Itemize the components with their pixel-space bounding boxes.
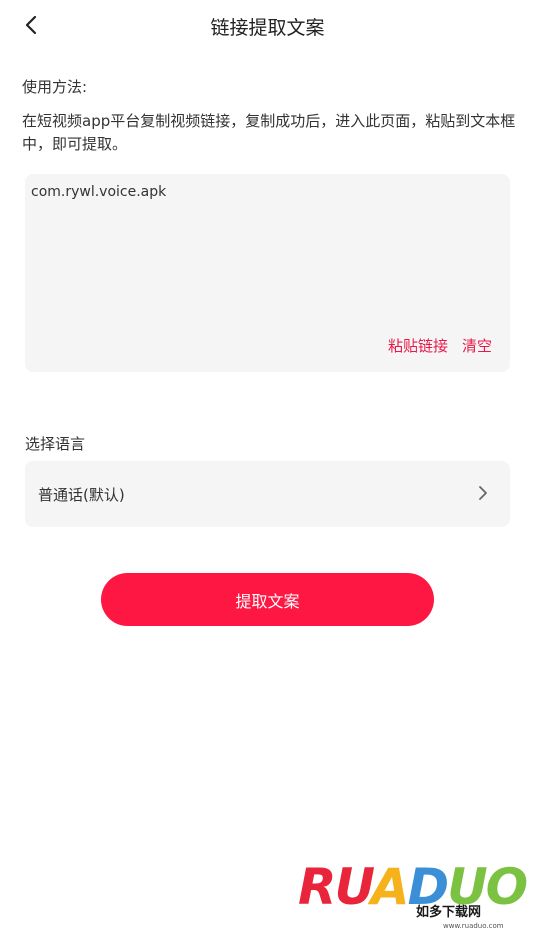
watermark-subtitle: 如多下载网 [416, 905, 482, 920]
link-box-actions: 粘贴链接 清空 [388, 335, 492, 356]
chevron-right-icon [474, 484, 492, 502]
usage-description: 在短视频app平台复制视频链接，复制成功后，进入此页面，粘贴到文本框中，即可提取… [22, 112, 516, 153]
language-label: 选择语言 [25, 435, 86, 453]
watermark-logo-text: RUADUO [298, 858, 528, 916]
paste-link-button[interactable]: 粘贴链接 [388, 335, 448, 356]
watermark-url: www.ruaduo.com [443, 922, 504, 930]
header-bar: 链接提取文案 [0, 0, 535, 52]
extract-copy-button[interactable]: 提取文案 [101, 573, 434, 626]
link-input-box: com.rywl.voice.apk 粘贴链接 清空 [25, 174, 510, 372]
usage-title: 使用方法: [22, 78, 88, 96]
language-selector[interactable]: 普通话(默认) [25, 461, 510, 527]
watermark-logo: RUADUO 如多下载网 www.ruaduo.com [298, 858, 528, 946]
page-title: 链接提取文案 [210, 17, 325, 39]
link-input[interactable]: com.rywl.voice.apk [31, 182, 501, 322]
clear-button[interactable]: 清空 [462, 335, 492, 356]
language-value: 普通话(默认) [38, 486, 125, 504]
